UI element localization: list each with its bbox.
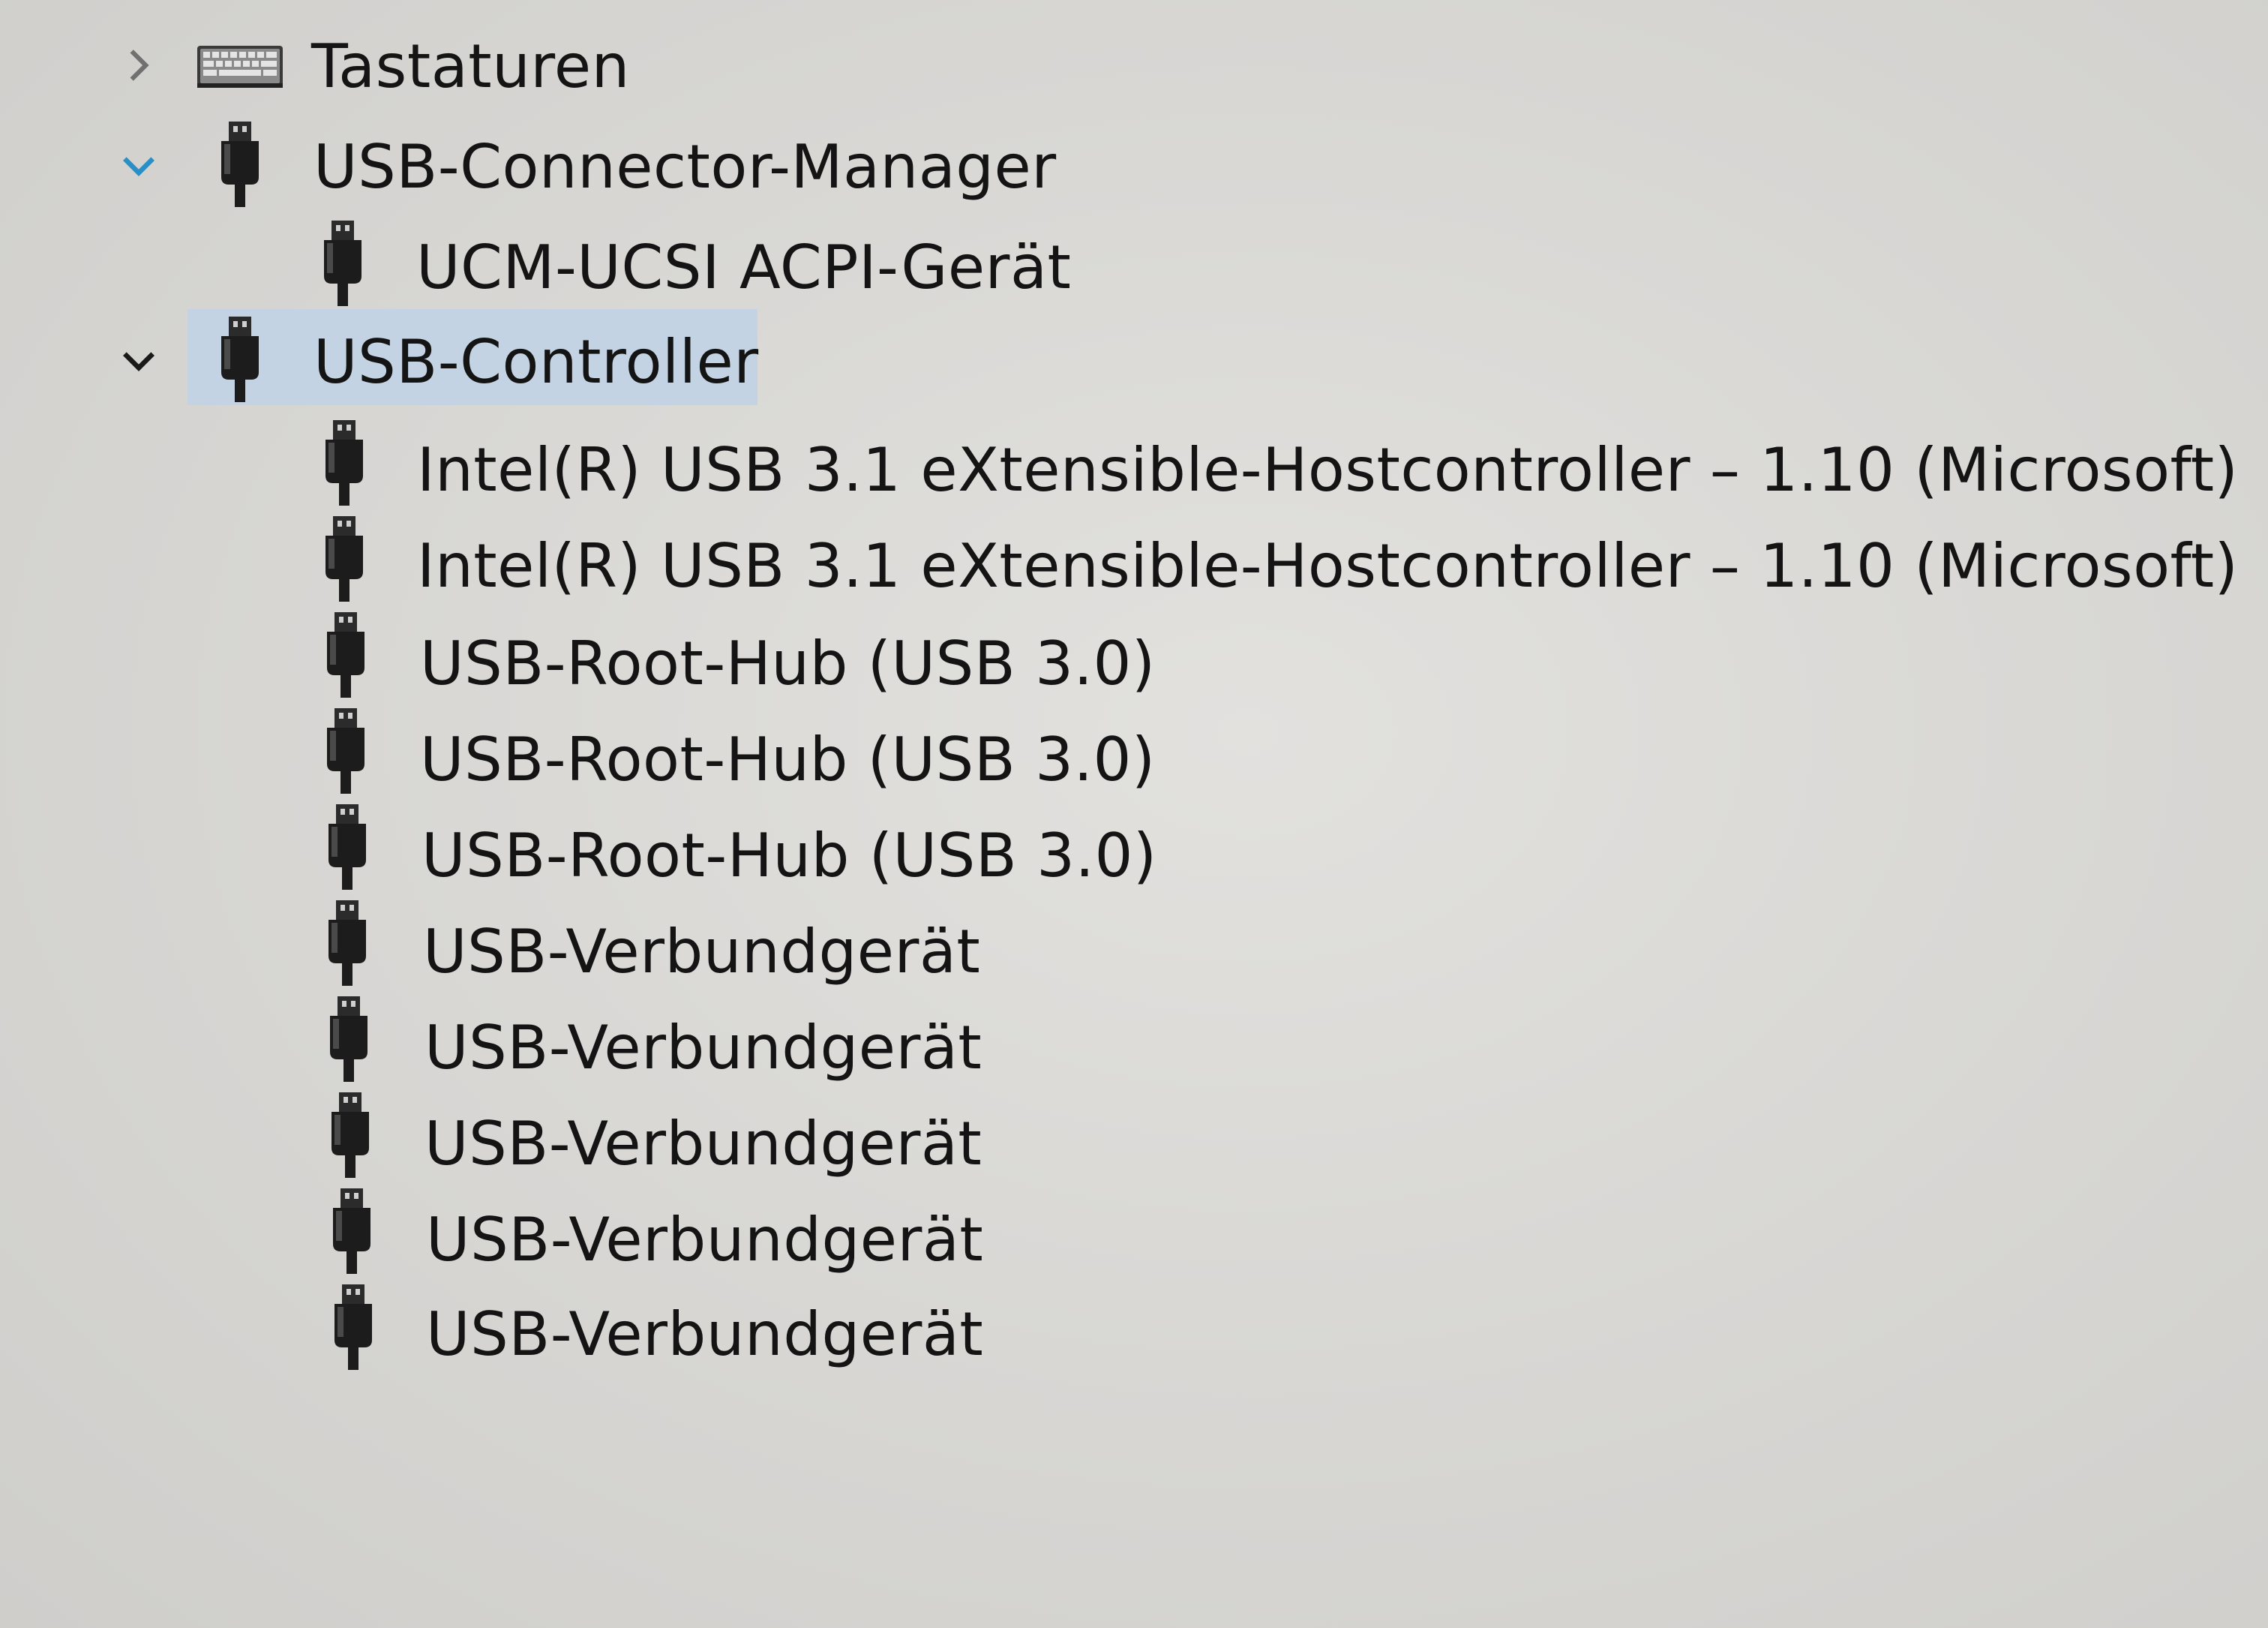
- chevron-right-icon: [130, 50, 149, 81]
- usb-plug-icon: [327, 1281, 380, 1371]
- tree-item-tastaturen[interactable]: Tastaturen: [311, 26, 630, 108]
- usb-plug-icon: [321, 801, 374, 891]
- usb-plug-icon: [322, 993, 375, 1083]
- tree-item-verbundgeraet-1[interactable]: USB-Verbundgerät: [423, 911, 980, 993]
- tree-item-intel-xhci-2[interactable]: Intel(R) USB 3.1 eXtensible-Hostcontroll…: [417, 525, 2238, 608]
- tree-item-usb-connector-manager[interactable]: USB-Connector-Manager: [314, 126, 1057, 209]
- keyboard-icon: [195, 39, 285, 93]
- tree-item-verbundgeraet-5[interactable]: USB-Verbundgerät: [426, 1293, 983, 1376]
- expand-chevron-right-icon[interactable]: [112, 39, 165, 92]
- tree-item-verbundgeraet-2[interactable]: USB-Verbundgerät: [424, 1007, 982, 1089]
- usb-plug-icon: [214, 119, 266, 209]
- chevron-down-icon: [123, 157, 154, 176]
- usb-plug-icon: [326, 1185, 378, 1275]
- tree-item-root-hub-3[interactable]: USB-Root-Hub (USB 3.0): [422, 815, 1157, 897]
- usb-plug-icon: [318, 417, 370, 507]
- usb-plug-icon: [214, 314, 266, 404]
- usb-plug-icon: [321, 897, 374, 987]
- usb-plug-icon: [316, 218, 369, 308]
- usb-plug-icon: [318, 513, 370, 603]
- usb-plug-icon: [320, 705, 372, 795]
- tree-item-root-hub-1[interactable]: USB-Root-Hub (USB 3.0): [420, 623, 1156, 705]
- tree-item-ucm-ucsi-acpi[interactable]: UCM-UCSI ACPI-Gerät: [416, 227, 1071, 309]
- tree-item-verbundgeraet-4[interactable]: USB-Verbundgerät: [426, 1199, 983, 1281]
- collapse-chevron-down-icon[interactable]: [112, 140, 165, 192]
- usb-plug-icon: [324, 1089, 376, 1179]
- tree-item-verbundgeraet-3[interactable]: USB-Verbundgerät: [424, 1103, 982, 1185]
- tree-item-usb-controller[interactable]: USB-Controller: [314, 321, 759, 404]
- tree-item-intel-xhci-1[interactable]: Intel(R) USB 3.1 eXtensible-Hostcontroll…: [417, 429, 2238, 512]
- chevron-down-icon: [123, 352, 154, 371]
- tree-item-root-hub-2[interactable]: USB-Root-Hub (USB 3.0): [420, 719, 1156, 801]
- collapse-chevron-down-icon[interactable]: [112, 335, 165, 387]
- usb-plug-icon: [320, 609, 372, 699]
- device-tree: Tastaturen USB-Connector-Manager UCM-UCS…: [0, 0, 2268, 1628]
